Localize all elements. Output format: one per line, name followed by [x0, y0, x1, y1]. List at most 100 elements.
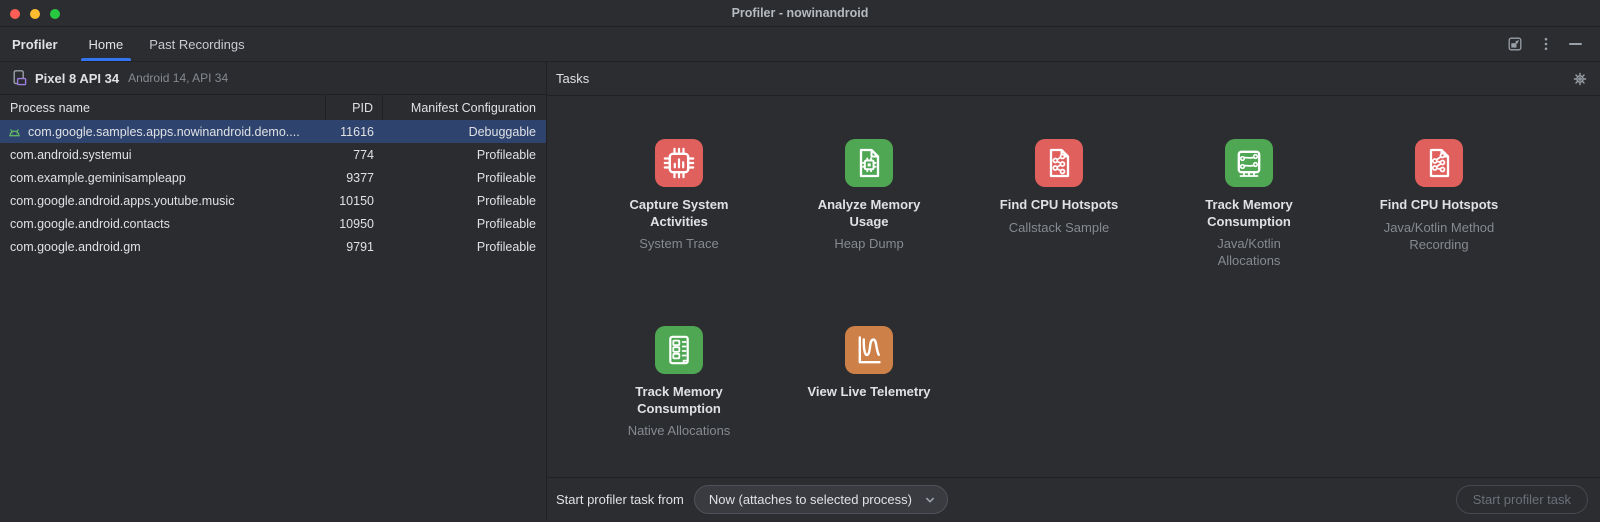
toolbar: Profiler Home Past Recordings [0, 27, 1600, 62]
column-header-process-name[interactable]: Process name [0, 95, 325, 120]
task-label: Track Memory Consumption [1186, 197, 1312, 230]
manifest-cell: Debuggable [383, 125, 546, 139]
device-details: Android 14, API 34 [128, 71, 228, 85]
process-name-cell: com.google.android.contacts [0, 217, 325, 231]
document-callgraph-icon [1415, 139, 1463, 187]
more-vertical-icon [1538, 36, 1554, 52]
column-header-manifest-configuration[interactable]: Manifest Configuration [383, 95, 546, 120]
start-from-label: Start profiler task from [556, 492, 684, 507]
tasks-title: Tasks [556, 71, 589, 86]
start-from-dropdown-value: Now (attaches to selected process) [709, 492, 912, 507]
window-title: Profiler - nowinandroid [732, 6, 869, 20]
pid-cell: 10150 [325, 194, 383, 208]
task-capture-system-activities[interactable]: Capture System Activities System Trace [584, 139, 774, 326]
more-options-button[interactable] [1538, 36, 1554, 52]
process-row-nowinandroid[interactable]: com.google.samples.apps.nowinandroid.dem… [0, 120, 546, 143]
process-name: com.google.android.contacts [10, 217, 170, 231]
task-subtitle: Java/Kotlin Allocations [1189, 236, 1309, 270]
process-name-cell: com.google.android.gm [0, 240, 325, 254]
pid-cell: 10950 [325, 217, 383, 231]
manifest-cell: Profileable [383, 194, 546, 208]
chip-graph-icon [1225, 139, 1273, 187]
tab-home-label: Home [89, 37, 124, 52]
task-subtitle: Native Allocations [628, 423, 731, 440]
android-robot-icon [7, 125, 22, 139]
process-panel: Pixel 8 API 34 Android 14, API 34 Proces… [0, 62, 547, 521]
process-name: com.google.android.gm [10, 240, 141, 254]
document-callgraph-icon [1035, 139, 1083, 187]
profiler-tool-label: Profiler [12, 37, 58, 52]
traffic-lights [10, 9, 60, 19]
tasks-header: Tasks [547, 62, 1600, 96]
task-subtitle: Heap Dump [834, 236, 903, 253]
close-button[interactable] [10, 9, 20, 19]
task-subtitle: System Trace [639, 236, 718, 253]
start-profiler-task-button[interactable]: Start profiler task [1456, 485, 1588, 514]
process-row-youtube-music[interactable]: com.google.android.apps.youtube.music 10… [0, 189, 546, 212]
tab-home[interactable]: Home [76, 27, 137, 61]
tasks-settings-button[interactable] [1572, 71, 1588, 87]
manifest-cell: Profileable [383, 148, 546, 162]
task-label: Find CPU Hotspots [1000, 197, 1118, 214]
cpu-chip-chart-icon [655, 139, 703, 187]
zoom-button[interactable] [50, 9, 60, 19]
column-header-pid[interactable]: PID [325, 95, 383, 120]
process-name: com.google.samples.apps.nowinandroid.dem… [28, 125, 300, 139]
minimize-button[interactable] [30, 9, 40, 19]
process-name-cell: com.google.samples.apps.nowinandroid.dem… [0, 125, 325, 139]
task-label: Capture System Activities [616, 197, 742, 230]
task-find-cpu-hotspots-callstack[interactable]: Find CPU Hotspots Callstack Sample [964, 139, 1154, 326]
process-name-cell: com.google.android.apps.youtube.music [0, 194, 325, 208]
process-table-header: Process name PID Manifest Configuration [0, 95, 546, 120]
process-row-contacts[interactable]: com.google.android.contacts 10950 Profil… [0, 212, 546, 235]
task-track-memory-java-kotlin[interactable]: Track Memory Consumption Java/Kotlin All… [1154, 139, 1344, 326]
process-row-geminisampleapp[interactable]: com.example.geminisampleapp 9377 Profile… [0, 166, 546, 189]
device-row: Pixel 8 API 34 Android 14, API 34 [0, 62, 546, 95]
process-name-cell: com.example.geminisampleapp [0, 171, 325, 185]
dock-icon [1507, 36, 1523, 52]
task-analyze-memory-usage[interactable]: Analyze Memory Usage Heap Dump [774, 139, 964, 326]
tab-past-recordings[interactable]: Past Recordings [136, 27, 257, 61]
task-subtitle: Java/Kotlin Method Recording [1379, 220, 1499, 254]
task-view-live-telemetry[interactable]: View Live Telemetry [774, 326, 964, 477]
dock-button[interactable] [1507, 36, 1523, 52]
window-titlebar: Profiler - nowinandroid [0, 0, 1600, 27]
pid-cell: 774 [325, 148, 383, 162]
active-tab-underline [81, 58, 132, 61]
process-name: com.google.android.apps.youtube.music [10, 194, 234, 208]
process-row-systemui[interactable]: com.android.systemui 774 Profileable [0, 143, 546, 166]
task-label: Analyze Memory Usage [806, 197, 932, 230]
chevron-down-icon [924, 494, 936, 506]
hide-button[interactable] [1569, 43, 1582, 45]
hide-icon [1569, 43, 1582, 45]
ram-module-icon [655, 326, 703, 374]
tasks-footer: Start profiler task from Now (attaches t… [547, 477, 1600, 521]
task-grid: Capture System Activities System Trace A… [547, 96, 1600, 477]
main-area: Pixel 8 API 34 Android 14, API 34 Proces… [0, 62, 1600, 521]
pid-cell: 11616 [325, 125, 383, 139]
toolbar-right-icons [1507, 27, 1600, 61]
process-name: com.example.geminisampleapp [10, 171, 186, 185]
task-label: Track Memory Consumption [616, 384, 742, 417]
document-chip-icon [845, 139, 893, 187]
pid-cell: 9377 [325, 171, 383, 185]
process-name-cell: com.android.systemui [0, 148, 325, 162]
gear-icon [1572, 71, 1588, 87]
task-label: View Live Telemetry [807, 384, 930, 401]
process-row-gm[interactable]: com.google.android.gm 9791 Profileable [0, 235, 546, 258]
telemetry-wave-icon [845, 326, 893, 374]
start-from-dropdown[interactable]: Now (attaches to selected process) [694, 485, 948, 514]
toolbar-spacer [258, 27, 1507, 61]
manifest-cell: Profileable [383, 217, 546, 231]
manifest-cell: Profileable [383, 171, 546, 185]
pid-cell: 9791 [325, 240, 383, 254]
process-name: com.android.systemui [10, 148, 132, 162]
task-subtitle: Callstack Sample [1009, 220, 1109, 237]
device-name: Pixel 8 API 34 [35, 71, 119, 86]
task-label: Find CPU Hotspots [1380, 197, 1498, 214]
manifest-cell: Profileable [383, 240, 546, 254]
task-track-memory-native[interactable]: Track Memory Consumption Native Allocati… [584, 326, 774, 477]
tab-past-recordings-label: Past Recordings [149, 37, 244, 52]
tasks-panel: Tasks Capture System Activities [547, 62, 1600, 521]
task-find-cpu-hotspots-method[interactable]: Find CPU Hotspots Java/Kotlin Method Rec… [1344, 139, 1534, 326]
